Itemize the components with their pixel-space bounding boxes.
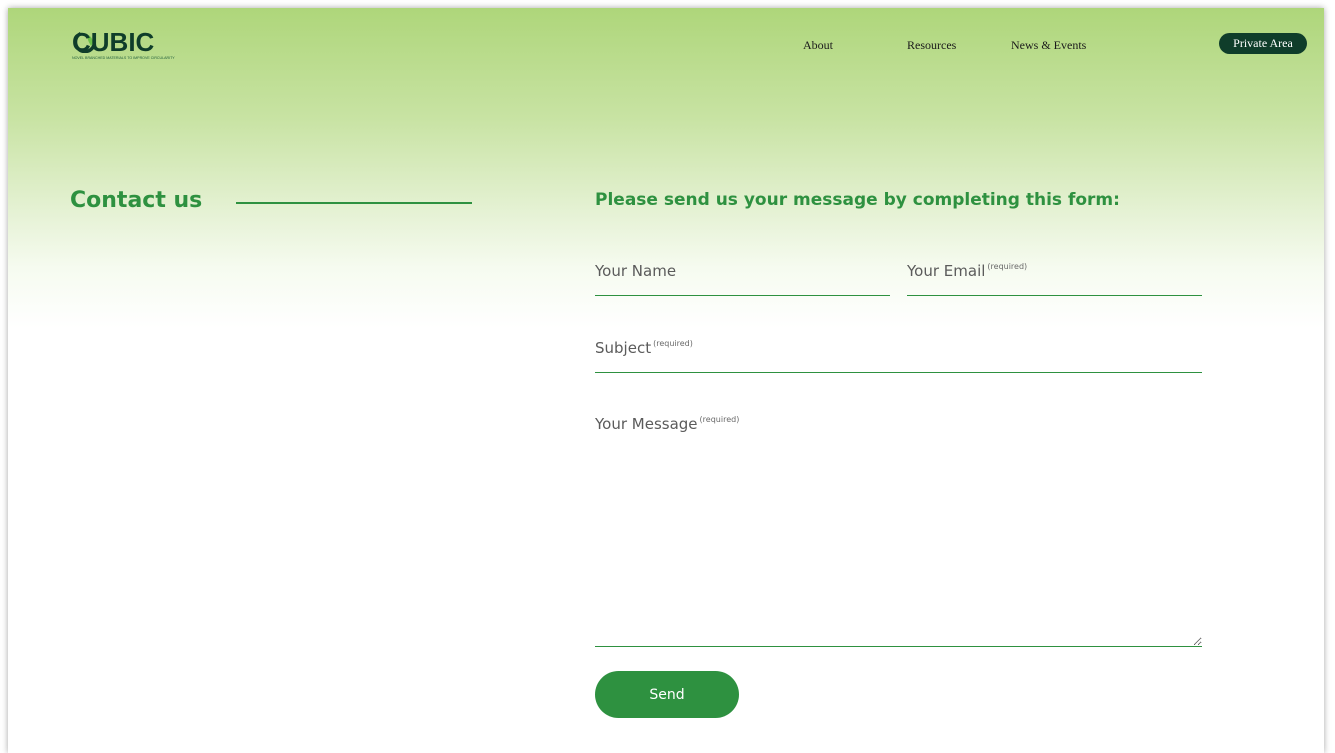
logo-wordmark: CUBIC [72, 27, 155, 57]
site-logo[interactable]: CUBIC NOVEL BRANCHED MATERIALS TO IMPROV… [72, 27, 175, 64]
title-divider [236, 202, 472, 204]
subject-input[interactable] [595, 333, 1202, 372]
page: CUBIC NOVEL BRANCHED MATERIALS TO IMPROV… [8, 8, 1324, 753]
email-input[interactable] [907, 256, 1202, 295]
name-input[interactable] [595, 256, 890, 295]
nav-link-resources[interactable]: Resources [907, 38, 956, 53]
message-field[interactable]: Your Message (required) [595, 410, 1202, 647]
logo-tagline: NOVEL BRANCHED MATERIALS TO IMPROVE CIRC… [72, 56, 175, 60]
page-title: Contact us [70, 188, 203, 213]
name-field[interactable]: Your Name [595, 256, 890, 296]
nav-link-about[interactable]: About [803, 38, 833, 53]
send-button[interactable]: Send [595, 671, 739, 718]
subject-field[interactable]: Subject (required) [595, 333, 1202, 373]
email-field[interactable]: Your Email (required) [907, 256, 1202, 296]
nav-link-news-events[interactable]: News & Events [1011, 38, 1086, 53]
private-area-button[interactable]: Private Area [1219, 33, 1307, 54]
form-heading: Please send us your message by completin… [595, 190, 1120, 210]
message-textarea[interactable] [595, 410, 1202, 646]
